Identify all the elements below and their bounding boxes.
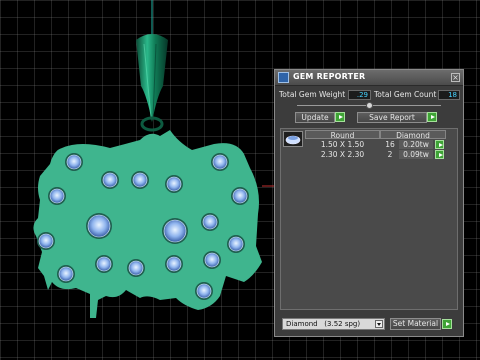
gem-stone [66, 154, 82, 170]
total-weight-label: Total Gem Weight [279, 90, 346, 99]
gem-reporter-panel: GEM REPORTER × Total Gem Weight .29 Tota… [274, 69, 464, 337]
gem-stone [38, 233, 54, 249]
gem-stone [96, 256, 112, 272]
panel-titlebar[interactable]: GEM REPORTER × [275, 70, 463, 86]
gem-stone [132, 172, 148, 188]
gem-stone [49, 188, 65, 204]
gem-stone [58, 266, 74, 282]
gem-stone [166, 256, 182, 272]
material-name: Diamond [286, 320, 318, 328]
total-count-value: 18 [438, 90, 460, 100]
gem-stone [128, 260, 144, 276]
close-icon[interactable]: × [451, 73, 460, 82]
set-material-go-icon[interactable] [442, 319, 452, 329]
gem-stone [202, 214, 218, 230]
set-material-button[interactable]: Set Material [390, 318, 441, 330]
material-sg: (3.52 spg) [324, 320, 361, 328]
gem-stone [163, 219, 187, 243]
row1-count: 16 [385, 140, 395, 149]
table-header-shape: Round [305, 130, 380, 140]
total-count-label: Total Gem Count [374, 90, 437, 99]
gem-stone [166, 176, 182, 192]
update-go-icon[interactable] [335, 112, 345, 122]
gem-table: Round Diamond 1.50 X 1.50 16 0.20tw 2.30… [280, 128, 458, 310]
row2-count: 2 [387, 150, 393, 159]
gem-stone [232, 188, 248, 204]
update-button[interactable]: Update [295, 112, 335, 123]
material-select[interactable]: Diamond (3.52 spg) [282, 318, 385, 330]
table-header-material: Diamond [380, 130, 446, 140]
total-weight-value: .29 [348, 90, 371, 100]
row1-weight: 0.20tw [399, 140, 433, 149]
slider-handle[interactable] [366, 102, 373, 109]
row2-go-icon[interactable] [435, 150, 444, 159]
save-report-button[interactable]: Save Report [357, 112, 427, 123]
round-gem-thumbnail[interactable] [283, 131, 303, 147]
gem-stone [204, 252, 220, 268]
row2-size: 2.30 X 2.30 [320, 150, 365, 159]
row1-go-icon[interactable] [435, 140, 444, 149]
chevron-down-icon[interactable] [375, 320, 383, 328]
panel-title: GEM REPORTER [293, 72, 366, 81]
row1-size: 1.50 X 1.50 [320, 140, 365, 149]
gem-stone [228, 236, 244, 252]
gem-reporter-icon [278, 72, 289, 83]
save-report-go-icon[interactable] [427, 112, 437, 122]
gem-stone [196, 283, 212, 299]
gem-stone [87, 214, 111, 238]
row2-weight: 0.09tw [399, 150, 433, 159]
gem-stone [102, 172, 118, 188]
gem-stone [212, 154, 228, 170]
